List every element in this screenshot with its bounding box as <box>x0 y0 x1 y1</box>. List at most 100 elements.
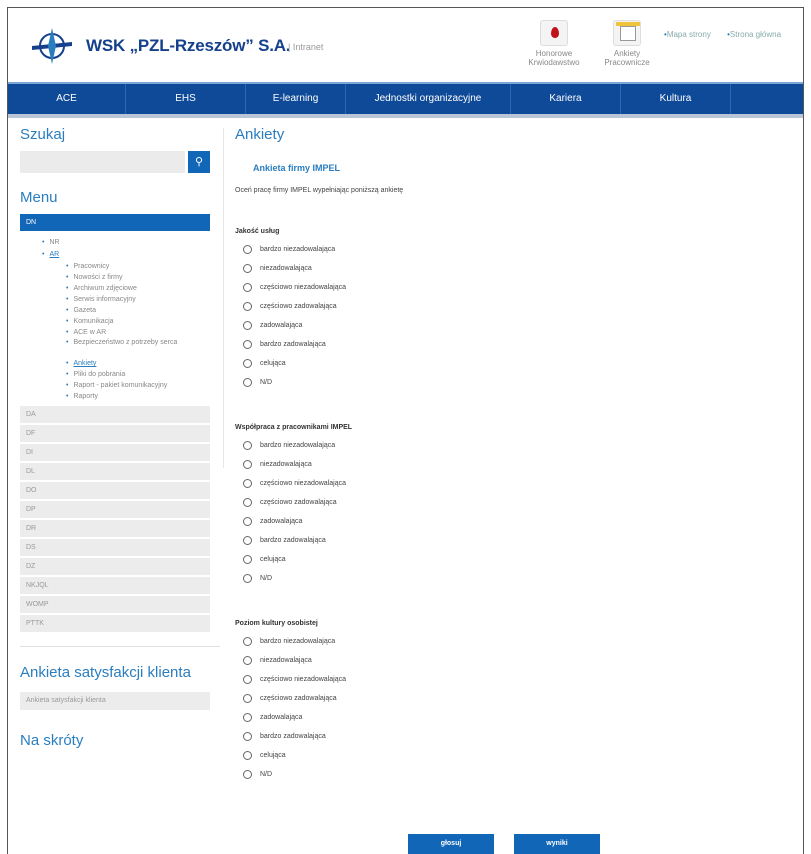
submenu-item[interactable]: • Raporty <box>20 391 220 402</box>
submenu-item[interactable]: • Bezpieczeństwo z potrzeby serca <box>20 338 220 358</box>
sitemap-link[interactable]: Mapa strony <box>664 30 711 39</box>
answer-option[interactable]: zadowalająca <box>235 514 795 533</box>
quick-link-employee-surveys[interactable]: Ankiety Pracownicze <box>596 20 658 67</box>
category-item[interactable]: PTTK <box>20 615 210 632</box>
radio-button[interactable] <box>243 713 252 722</box>
submenu-item[interactable]: • Archiwum zdjęciowe <box>20 283 220 294</box>
radio-button[interactable] <box>243 479 252 488</box>
search-box: ⚲ <box>20 151 220 173</box>
radio-button[interactable] <box>243 378 252 387</box>
answer-option[interactable]: celująca <box>235 356 795 375</box>
survey-title: Ankieta firmy IMPEL <box>253 163 341 173</box>
radio-button[interactable] <box>243 460 252 469</box>
answer-option[interactable]: niezadowalająca <box>235 261 795 280</box>
answer-option[interactable]: bardzo niezadowalająca <box>235 242 795 261</box>
category-item[interactable]: DR <box>20 520 210 537</box>
radio-button[interactable] <box>243 770 252 779</box>
submenu-item[interactable]: • Raport - pakiet komunikacyjny <box>20 380 220 391</box>
answer-option[interactable]: częściowo niezadowalająca <box>235 280 795 299</box>
answer-label: niezadowalająca <box>260 265 312 272</box>
satisfaction-survey-link[interactable]: Ankieta satysfakcji klienta <box>20 692 210 710</box>
answer-option[interactable]: zadowalająca <box>235 710 795 729</box>
category-item[interactable]: DO <box>20 482 210 499</box>
radio-button[interactable] <box>243 694 252 703</box>
nav-item-elearning[interactable]: E-learning <box>246 84 346 114</box>
nav-item-ehs[interactable]: EHS <box>126 84 246 114</box>
submenu-item[interactable]: • Serwis informacyjny <box>20 294 220 305</box>
submenu-item[interactable]: • Pliki do pobrania <box>20 369 220 380</box>
submenu-item-active[interactable]: • Ankiety <box>20 358 220 369</box>
answer-option[interactable]: częściowo zadowalająca <box>235 691 795 710</box>
radio-button[interactable] <box>243 359 252 368</box>
answer-option[interactable]: N/D <box>235 375 795 394</box>
radio-button[interactable] <box>243 264 252 273</box>
category-item[interactable]: DS <box>20 539 210 556</box>
radio-button[interactable] <box>243 498 252 507</box>
category-item[interactable]: DZ <box>20 558 210 575</box>
radio-button[interactable] <box>243 675 252 684</box>
site-header: WSK „PZL-Rzeszów” S.A. | Intranet Honoro… <box>8 8 803 82</box>
category-item[interactable]: DI <box>20 444 210 461</box>
nav-item-jednostki[interactable]: Jednostki organizacyjne <box>346 84 511 114</box>
submenu-item[interactable]: • Gazeta <box>20 305 220 316</box>
radio-button[interactable] <box>243 517 252 526</box>
answer-option[interactable]: zadowalająca <box>235 318 795 337</box>
answer-option[interactable]: częściowo niezadowalająca <box>235 476 795 495</box>
submenu-item[interactable]: • Komunikacja <box>20 316 220 327</box>
radio-button[interactable] <box>243 656 252 665</box>
radio-button[interactable] <box>243 340 252 349</box>
answer-option[interactable]: celująca <box>235 552 795 571</box>
answer-option[interactable]: celująca <box>235 748 795 767</box>
radio-button[interactable] <box>243 637 252 646</box>
answer-option[interactable]: bardzo zadowalająca <box>235 729 795 748</box>
quick-link-blood-donation[interactable]: Honorowe Krwiodawstwo <box>523 20 585 67</box>
answer-option[interactable]: częściowo zadowalająca <box>235 299 795 318</box>
radio-button[interactable] <box>243 574 252 583</box>
search-input[interactable] <box>20 151 185 173</box>
radio-button[interactable] <box>243 555 252 564</box>
answer-option[interactable]: niezadowalająca <box>235 653 795 672</box>
radio-button[interactable] <box>243 751 252 760</box>
vote-button[interactable]: głosuj <box>408 834 494 854</box>
answer-option[interactable]: bardzo zadowalająca <box>235 337 795 356</box>
answer-option[interactable]: częściowo zadowalająca <box>235 495 795 514</box>
submenu-item[interactable]: • Pracownicy <box>20 261 220 272</box>
submenu-item[interactable]: • ACE w AR <box>20 327 220 338</box>
category-item[interactable]: DF <box>20 425 210 442</box>
radio-button[interactable] <box>243 732 252 741</box>
category-item[interactable]: DL <box>20 463 210 480</box>
answer-option[interactable]: bardzo niezadowalająca <box>235 634 795 653</box>
nav-item-ace[interactable]: ACE <box>8 84 126 114</box>
radio-button[interactable] <box>243 283 252 292</box>
menu-item-dn[interactable]: DN <box>20 214 210 231</box>
menu-item-ar[interactable]: • AR <box>20 249 220 261</box>
category-item[interactable]: NKJQL <box>20 577 210 594</box>
menu-item-nr[interactable]: • NR <box>20 237 220 249</box>
answer-label: częściowo zadowalająca <box>260 695 337 702</box>
category-item[interactable]: WOMP <box>20 596 210 613</box>
nav-item-more[interactable] <box>731 84 803 114</box>
radio-button[interactable] <box>243 302 252 311</box>
radio-button[interactable] <box>243 245 252 254</box>
answer-option[interactable]: bardzo zadowalająca <box>235 533 795 552</box>
radio-button[interactable] <box>243 536 252 545</box>
homepage-link[interactable]: Strona główna <box>727 30 781 39</box>
answer-option[interactable]: niezadowalająca <box>235 457 795 476</box>
answer-option[interactable]: częściowo niezadowalająca <box>235 672 795 691</box>
answer-option[interactable]: N/D <box>235 571 795 590</box>
nav-item-kariera[interactable]: Kariera <box>511 84 621 114</box>
company-logo-icon[interactable] <box>30 24 74 68</box>
radio-button[interactable] <box>243 321 252 330</box>
results-button[interactable]: wyniki <box>514 834 600 854</box>
answer-option[interactable]: N/D <box>235 767 795 786</box>
radio-button[interactable] <box>243 441 252 450</box>
company-name[interactable]: WSK „PZL-Rzeszów” S.A. <box>86 36 291 56</box>
submenu-item[interactable]: • Nowości z firmy <box>20 272 220 283</box>
nav-item-kultura[interactable]: Kultura <box>621 84 731 114</box>
category-item[interactable]: DA <box>20 406 210 423</box>
search-button[interactable]: ⚲ <box>188 151 210 173</box>
blood-drop-icon <box>540 20 568 46</box>
answer-label: niezadowalająca <box>260 461 312 468</box>
category-item[interactable]: DP <box>20 501 210 518</box>
answer-option[interactable]: bardzo niezadowalająca <box>235 438 795 457</box>
